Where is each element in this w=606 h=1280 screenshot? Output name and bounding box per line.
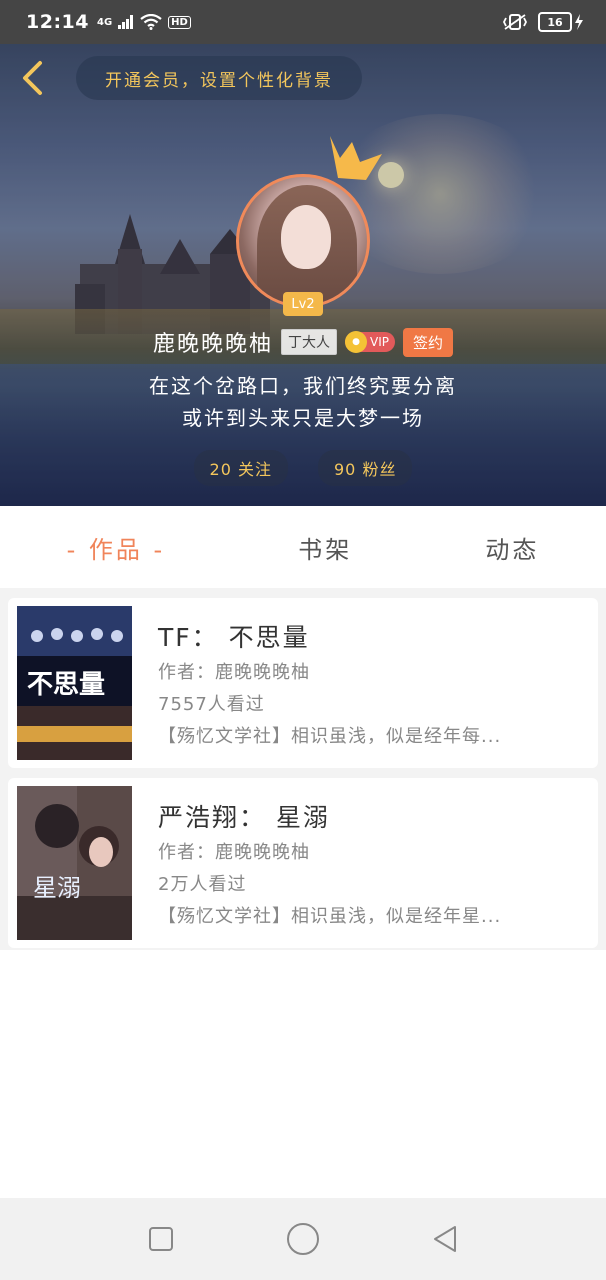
back-button[interactable] xyxy=(14,58,50,98)
work-title: TF： 不思量 xyxy=(158,623,310,652)
network-label: 4G xyxy=(96,16,113,28)
bio: 在这个岔路口，我们终究要分离 或许到头来只是大梦一场 xyxy=(0,370,606,434)
profile-banner: 开通会员，设置个性化背景 Lv2 鹿晚晚晚柚 丁大人 ● VIP 签约 在这个岔… xyxy=(0,44,606,506)
work-card[interactable]: 不思量 TF： 不思量 作者：鹿晚晚晚柚 7557人看过 【殇忆文学社】相识虽浅… xyxy=(8,598,598,768)
member-background-prompt[interactable]: 开通会员，设置个性化背景 xyxy=(76,56,362,100)
vip-coin-icon: ● xyxy=(345,331,367,353)
work-views: 7557人看过 xyxy=(158,694,265,715)
vip-label: VIP xyxy=(370,335,389,349)
work-views: 2万人看过 xyxy=(158,874,247,895)
work-description: 【殇忆文学社】相识虽浅，似是经年星... xyxy=(158,906,502,927)
work-author: 作者：鹿晚晚晚柚 xyxy=(158,662,310,683)
tab-bookshelf[interactable]: 书架 xyxy=(278,530,372,565)
circle-icon xyxy=(287,1223,319,1255)
battery-indicator: 16 xyxy=(538,12,584,32)
cover-title: 星溺 xyxy=(33,874,81,902)
bio-line: 在这个岔路口，我们终究要分离 xyxy=(149,374,457,398)
status-time: 12:14 xyxy=(26,11,89,33)
battery-level: 16 xyxy=(538,12,572,32)
work-cover-image: 不思量 xyxy=(17,606,132,760)
vibrate-icon xyxy=(502,14,528,30)
tab-activity[interactable]: 动态 xyxy=(465,530,559,565)
back-nav-button[interactable] xyxy=(425,1219,465,1259)
hd-label: HD xyxy=(168,15,191,29)
empty-space xyxy=(0,950,606,1198)
nickname-tag: 丁大人 xyxy=(281,329,337,355)
status-right: 16 xyxy=(502,12,584,32)
username: 鹿晚晚晚柚 xyxy=(152,332,273,357)
level-badge: Lv2 xyxy=(283,292,323,316)
bio-line: 或许到头来只是大梦一场 xyxy=(182,406,424,430)
charging-icon xyxy=(575,14,583,30)
work-cover-image: 星溺 xyxy=(17,786,132,940)
status-bar: 12:14 4G HD 16 xyxy=(0,0,606,44)
square-icon xyxy=(149,1227,173,1251)
vip-badge: ● VIP xyxy=(345,331,395,353)
signal-icon xyxy=(118,15,134,29)
followers-count[interactable]: 90 粉丝 xyxy=(318,450,413,486)
work-author: 作者：鹿晚晚晚柚 xyxy=(158,842,310,863)
wifi-icon xyxy=(140,14,162,30)
status-icons: 4G HD xyxy=(97,14,191,30)
stats-row: 20 关注 90 粉丝 xyxy=(0,450,606,486)
system-nav-bar xyxy=(0,1198,606,1280)
work-description: 【殇忆文学社】相识虽浅，似是经年每... xyxy=(158,726,502,747)
tab-works[interactable]: 作品 xyxy=(47,530,186,565)
home-button[interactable] xyxy=(283,1219,323,1259)
profile-tabs: 作品 书架 动态 xyxy=(0,506,606,588)
triangle-back-icon xyxy=(434,1226,456,1252)
work-card[interactable]: 星溺 严浩翔： 星溺 作者：鹿晚晚晚柚 2万人看过 【殇忆文学社】相识虽浅，似是… xyxy=(8,778,598,948)
recent-apps-button[interactable] xyxy=(141,1219,181,1259)
crown-icon xyxy=(330,136,382,180)
cover-title: 不思量 xyxy=(27,670,106,700)
avatar[interactable] xyxy=(236,174,370,308)
works-list: 不思量 TF： 不思量 作者：鹿晚晚晚柚 7557人看过 【殇忆文学社】相识虽浅… xyxy=(0,588,606,950)
following-count[interactable]: 20 关注 xyxy=(193,450,288,486)
signed-badge: 签约 xyxy=(402,327,453,357)
name-row: 鹿晚晚晚柚 丁大人 ● VIP 签约 xyxy=(0,324,606,360)
work-title: 严浩翔： 星溺 xyxy=(158,803,330,832)
chevron-left-icon xyxy=(23,61,42,95)
